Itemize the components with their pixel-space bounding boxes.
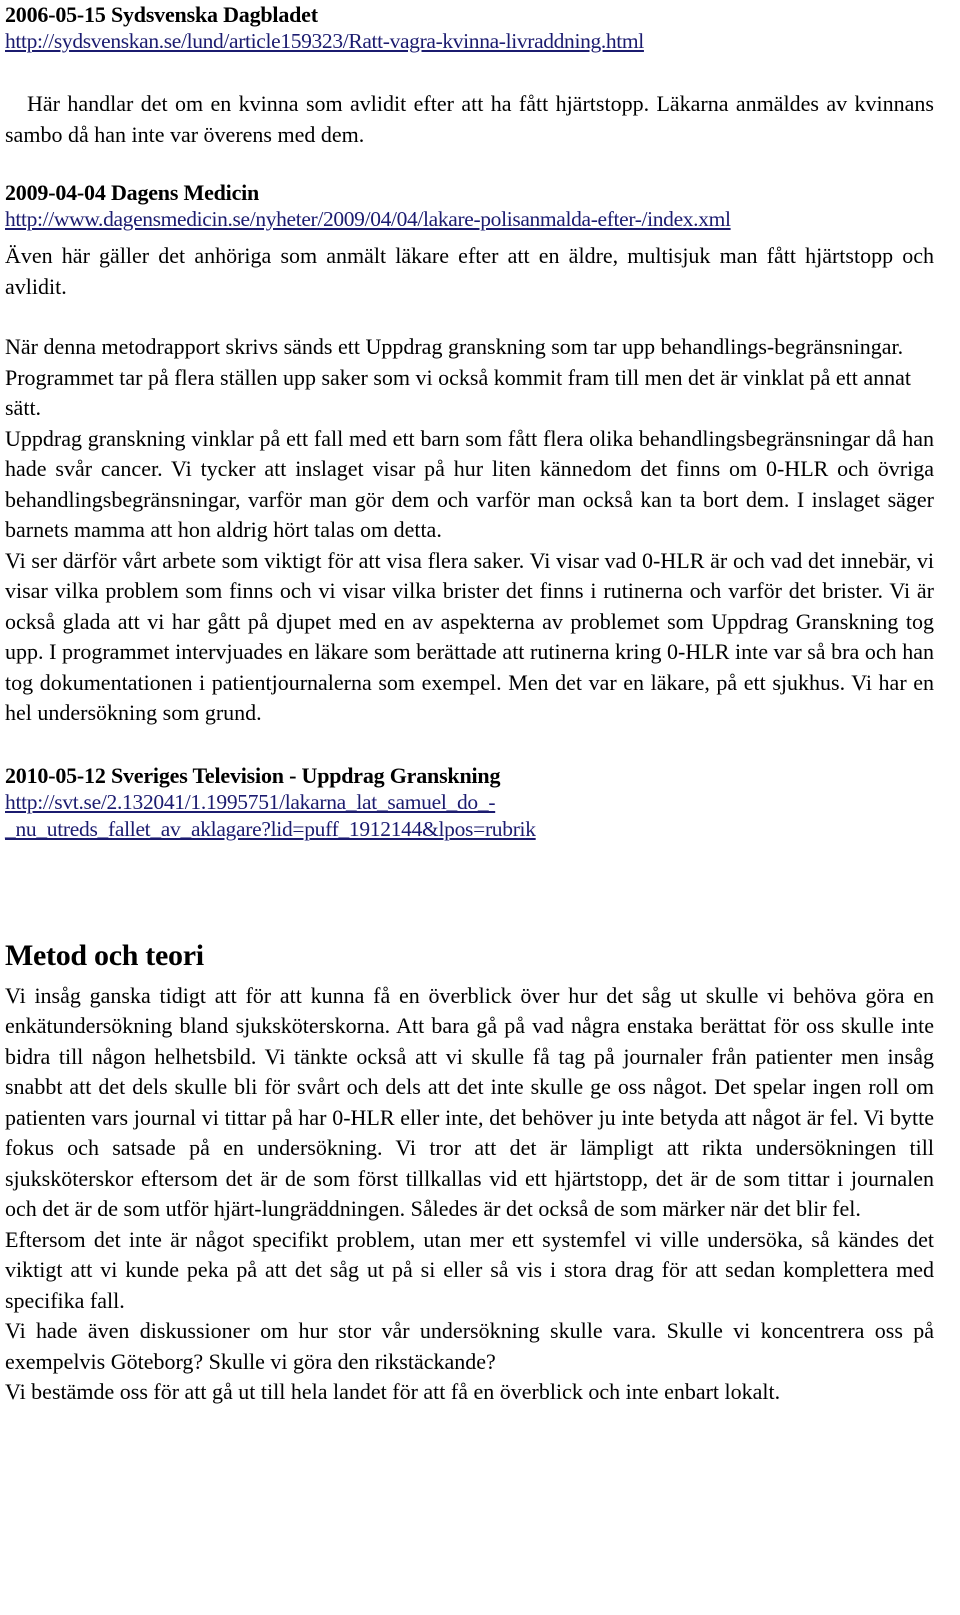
method-paragraph-4: Vi bestämde oss för att gå ut till hela … xyxy=(5,1379,781,1404)
source-heading-sydsvenska: 2006-05-15 Sydsvenska Dagbladet xyxy=(5,2,318,27)
source-summary-sydsvenska: Här handlar det om en kvinna som avlidit… xyxy=(5,91,934,147)
method-paragraph-2: Eftersom det inte är något specifikt pro… xyxy=(5,1226,934,1313)
source-link-svt-line1[interactable]: http://svt.se/2.132041/1.1995751/lakarna… xyxy=(5,789,934,816)
source-link-dagens-medicin[interactable]: http://www.dagensmedicin.se/nyheter/2009… xyxy=(5,206,934,233)
source-summary-dagens-medicin: Även här gäller det anhöriga som anmält … xyxy=(5,243,934,299)
document-page: 2006-05-15 Sydsvenska Dagbladet http://s… xyxy=(0,0,960,1615)
method-paragraph-3: Vi hade även diskussioner om hur stor vå… xyxy=(5,1318,934,1374)
source-heading-dagens-medicin: 2009-04-04 Dagens Medicin xyxy=(5,180,260,205)
commentary-paragraph-2: Uppdrag granskning vinklar på ett fall m… xyxy=(5,425,934,543)
commentary-paragraph-1: När denna metodrapport skrivs sänds ett … xyxy=(5,334,912,420)
source-link-svt-line2[interactable]: _nu_utreds_fallet_av_aklagare?lid=puff_1… xyxy=(5,816,934,843)
source-heading-svt: 2010-05-12 Sveriges Television - Uppdrag… xyxy=(5,762,501,788)
source-link-sydsvenska[interactable]: http://sydsvenskan.se/lund/article159323… xyxy=(5,28,934,55)
commentary-paragraph-3: Vi ser därför vårt arbete som viktigt fö… xyxy=(5,547,934,726)
document-content: 2006-05-15 Sydsvenska Dagbladet http://s… xyxy=(5,2,934,1408)
method-paragraph-1: Vi insåg ganska tidigt att för att kunna… xyxy=(5,982,934,1222)
section-heading-metod-och-teori: Metod och teori xyxy=(5,938,204,972)
